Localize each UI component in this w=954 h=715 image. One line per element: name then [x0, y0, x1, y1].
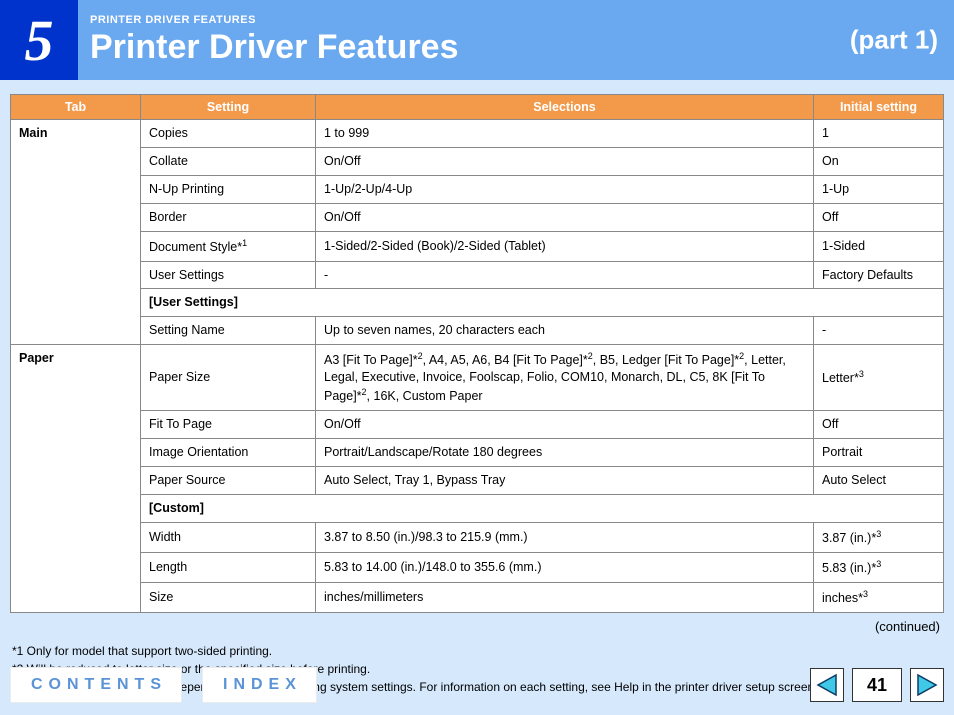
initial-cell: Factory Defaults — [814, 261, 944, 289]
selections-cell: Up to seven names, 20 characters each — [316, 317, 814, 345]
initial-cell: 1 — [814, 120, 944, 148]
setting-cell: Document Style*1 — [141, 231, 316, 261]
initial-cell: inches*3 — [814, 582, 944, 612]
initial-cell: - — [814, 317, 944, 345]
selections-cell: On/Off — [316, 411, 814, 439]
selections-cell: A3 [Fit To Page]*2, A4, A5, A6, B4 [Fit … — [316, 345, 814, 411]
selections-cell: On/Off — [316, 203, 814, 231]
prev-page-button[interactable] — [810, 668, 844, 702]
page-number: 41 — [852, 668, 902, 702]
page-title: Printer Driver Features — [90, 28, 459, 67]
setting-cell: Size — [141, 582, 316, 612]
selections-cell: 1-Up/2-Up/4-Up — [316, 175, 814, 203]
tab-paper: Paper — [11, 345, 141, 613]
setting-cell: Fit To Page — [141, 411, 316, 439]
setting-cell: Paper Size — [141, 345, 316, 411]
initial-cell: Auto Select — [814, 466, 944, 494]
page-body: Tab Setting Selections Initial setting M… — [0, 80, 954, 715]
table-row: Paper Source Auto Select, Tray 1, Bypass… — [11, 466, 944, 494]
contents-button[interactable]: CONTENTS — [10, 667, 182, 703]
col-initial: Initial setting — [814, 95, 944, 120]
col-setting: Setting — [141, 95, 316, 120]
selections-cell: 1 to 999 — [316, 120, 814, 148]
arrow-left-icon — [816, 673, 838, 697]
initial-cell: 1-Sided — [814, 231, 944, 261]
selections-cell: 5.83 to 14.00 (in.)/148.0 to 355.6 (mm.) — [316, 552, 814, 582]
setting-cell: Border — [141, 203, 316, 231]
initial-cell: Portrait — [814, 438, 944, 466]
table-row: [User Settings] — [11, 289, 944, 317]
selections-cell: 1-Sided/2-Sided (Book)/2-Sided (Tablet) — [316, 231, 814, 261]
table-row: User Settings - Factory Defaults — [11, 261, 944, 289]
setting-cell: Image Orientation — [141, 438, 316, 466]
subheader-custom: [Custom] — [141, 494, 944, 522]
index-button[interactable]: INDEX — [202, 667, 317, 703]
part-label: (part 1) — [850, 25, 938, 56]
table-row: Document Style*1 1-Sided/2-Sided (Book)/… — [11, 231, 944, 261]
subheader-user-settings: [User Settings] — [141, 289, 944, 317]
features-table: Tab Setting Selections Initial setting M… — [10, 94, 944, 613]
setting-cell: User Settings — [141, 261, 316, 289]
setting-cell: Width — [141, 522, 316, 552]
table-row: Setting Name Up to seven names, 20 chara… — [11, 317, 944, 345]
col-selections: Selections — [316, 95, 814, 120]
continued-label: (continued) — [10, 613, 944, 634]
table-row: Image Orientation Portrait/Landscape/Rot… — [11, 438, 944, 466]
footnote-1: *1 Only for model that support two-sided… — [12, 642, 942, 660]
initial-cell: Off — [814, 203, 944, 231]
tab-main: Main — [11, 120, 141, 345]
table-row: Size inches/millimeters inches*3 — [11, 582, 944, 612]
page-footer: CONTENTS INDEX 41 — [10, 667, 944, 703]
setting-cell: Paper Source — [141, 466, 316, 494]
selections-cell: Portrait/Landscape/Rotate 180 degrees — [316, 438, 814, 466]
setting-cell: N-Up Printing — [141, 175, 316, 203]
table-row: Length 5.83 to 14.00 (in.)/148.0 to 355.… — [11, 552, 944, 582]
table-row: Border On/Off Off — [11, 203, 944, 231]
selections-cell: Auto Select, Tray 1, Bypass Tray — [316, 466, 814, 494]
table-row: Collate On/Off On — [11, 147, 944, 175]
initial-cell: Letter*3 — [814, 345, 944, 411]
table-row: Fit To Page On/Off Off — [11, 411, 944, 439]
selections-cell: 3.87 to 8.50 (in.)/98.3 to 215.9 (mm.) — [316, 522, 814, 552]
table-row: Main Copies 1 to 999 1 — [11, 120, 944, 148]
initial-cell: On — [814, 147, 944, 175]
initial-cell: Off — [814, 411, 944, 439]
setting-cell: Collate — [141, 147, 316, 175]
next-page-button[interactable] — [910, 668, 944, 702]
table-row: [Custom] — [11, 494, 944, 522]
col-tab: Tab — [11, 95, 141, 120]
initial-cell: 5.83 (in.)*3 — [814, 552, 944, 582]
table-row: Width 3.87 to 8.50 (in.)/98.3 to 215.9 (… — [11, 522, 944, 552]
eyebrow-title: PRINTER DRIVER FEATURES — [90, 14, 459, 26]
arrow-right-icon — [916, 673, 938, 697]
table-row: Paper Paper Size A3 [Fit To Page]*2, A4,… — [11, 345, 944, 411]
header-titles: PRINTER DRIVER FEATURES Printer Driver F… — [78, 0, 459, 80]
selections-cell: On/Off — [316, 147, 814, 175]
initial-cell: 3.87 (in.)*3 — [814, 522, 944, 552]
initial-cell: 1-Up — [814, 175, 944, 203]
setting-cell: Setting Name — [141, 317, 316, 345]
selections-cell: - — [316, 261, 814, 289]
page-header: 5 PRINTER DRIVER FEATURES Printer Driver… — [0, 0, 954, 80]
chapter-number: 5 — [0, 0, 78, 80]
setting-cell: Length — [141, 552, 316, 582]
table-row: N-Up Printing 1-Up/2-Up/4-Up 1-Up — [11, 175, 944, 203]
selections-cell: inches/millimeters — [316, 582, 814, 612]
setting-cell: Copies — [141, 120, 316, 148]
